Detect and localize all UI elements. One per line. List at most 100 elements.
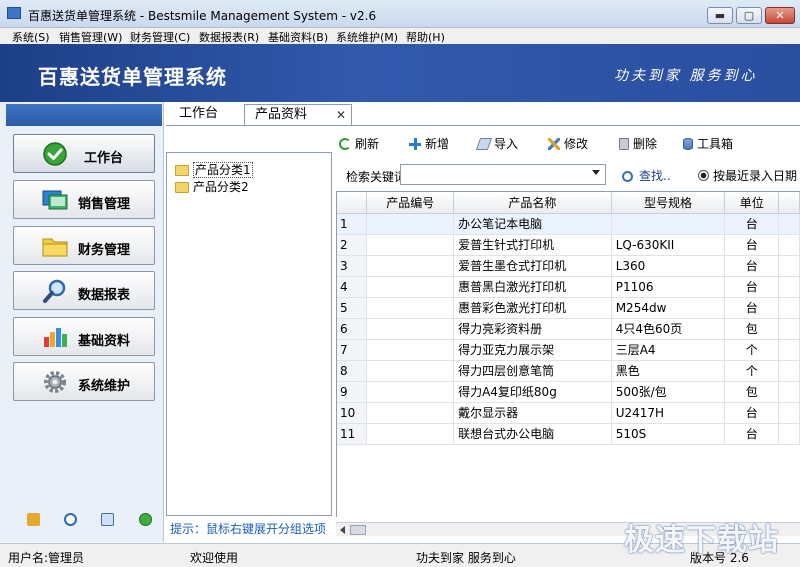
- tree-node-label: 产品分类1: [193, 162, 253, 178]
- product-code: [366, 402, 455, 424]
- menu-basic-data[interactable]: 基础资料(B): [268, 29, 328, 45]
- product-unit: 台: [724, 255, 780, 277]
- header-extra: [778, 192, 800, 214]
- product-code: [366, 234, 455, 256]
- refresh-button[interactable]: 刷新: [339, 135, 379, 151]
- table-row[interactable]: 10 戴尔显示器 U2417H 台: [337, 402, 800, 424]
- row-index: 4: [337, 276, 368, 298]
- radio-icon: [698, 170, 709, 181]
- add-button[interactable]: 新增: [409, 135, 449, 151]
- key-icon[interactable]: [27, 513, 40, 526]
- header-name[interactable]: 产品名称: [453, 192, 612, 214]
- add-label: 新增: [425, 137, 450, 151]
- product-unit: 个: [724, 360, 780, 382]
- maximize-button[interactable]: ▢: [736, 7, 762, 24]
- table-row[interactable]: 2 爱普生针式打印机 LQ-630KII 台: [337, 234, 800, 256]
- delete-button[interactable]: 删除: [619, 135, 657, 151]
- find-button-label: 查找..: [639, 169, 671, 183]
- chevron-down-icon[interactable]: [592, 170, 600, 175]
- product-name: 爱普生针式打印机: [453, 234, 612, 256]
- row-extra: [778, 213, 800, 235]
- table-row[interactable]: 8 得力四层创意笔筒 黑色 个: [337, 360, 800, 382]
- search-input[interactable]: [400, 164, 606, 185]
- nav-reports-button[interactable]: 数据报表: [13, 271, 155, 310]
- scroll-thumb[interactable]: [350, 525, 366, 535]
- table-row[interactable]: 11 联想台式办公电脑 510S 台: [337, 423, 800, 445]
- product-spec: P1106: [611, 276, 726, 298]
- row-extra: [778, 318, 800, 340]
- product-code: [366, 381, 455, 403]
- nav-maintenance-button[interactable]: 系统维护: [13, 362, 155, 401]
- tab-products[interactable]: 产品资料 ✕: [244, 104, 352, 126]
- nav-maintenance-label: 系统维护: [78, 379, 131, 394]
- row-extra: [778, 402, 800, 424]
- row-extra: [778, 423, 800, 445]
- header-code[interactable]: 产品编号: [366, 192, 455, 214]
- header-spec[interactable]: 型号规格: [611, 192, 726, 214]
- product-spec: [611, 213, 726, 235]
- table-row[interactable]: 7 得力亚克力展示架 三层A4 个: [337, 339, 800, 361]
- row-extra: [778, 339, 800, 361]
- header-index[interactable]: [337, 192, 368, 214]
- row-extra: [778, 234, 800, 256]
- monitor-search-icon[interactable]: [101, 513, 114, 526]
- refresh-icon[interactable]: [139, 513, 152, 526]
- menu-sales[interactable]: 销售管理(W): [59, 29, 122, 45]
- product-name: 得力亚克力展示架: [453, 339, 612, 361]
- tab-close-icon[interactable]: ✕: [336, 105, 346, 125]
- product-unit: 台: [724, 276, 780, 298]
- status-slogan: 功夫到家 服务到心: [416, 551, 516, 565]
- database-icon: [44, 328, 67, 347]
- row-index: 6: [337, 318, 368, 340]
- find-button[interactable]: 查找..: [622, 167, 671, 184]
- menu-maintenance[interactable]: 系统维护(M): [336, 29, 398, 45]
- table-row[interactable]: 4 惠普黑白激光打印机 P1106 台: [337, 276, 800, 298]
- tab-divider: [166, 125, 800, 126]
- scroll-left-icon[interactable]: [340, 526, 345, 534]
- table-row[interactable]: 5 惠普彩色激光打印机 M254dw 台: [337, 297, 800, 319]
- menu-help[interactable]: 帮助(H): [406, 29, 445, 45]
- close-button[interactable]: ✕: [765, 7, 795, 24]
- menu-finance[interactable]: 财务管理(C): [130, 29, 190, 45]
- banner-slogan: 功夫到家 服务到心: [614, 68, 758, 84]
- watermark: 极速下载站: [624, 523, 779, 558]
- search-label: 检索关键词: [346, 170, 407, 184]
- product-code: [366, 213, 455, 235]
- product-spec: U2417H: [611, 402, 726, 424]
- product-unit: 包: [724, 381, 780, 403]
- product-unit: 台: [724, 297, 780, 319]
- table-row[interactable]: 6 得力亮彩资料册 4只4色60页 包: [337, 318, 800, 340]
- tree-node[interactable]: 产品分类2: [175, 178, 249, 194]
- table-row[interactable]: 9 得力A4复印纸80g 500张/包 包: [337, 381, 800, 403]
- header-unit[interactable]: 单位: [724, 192, 780, 214]
- product-name: 得力A4复印纸80g: [453, 381, 612, 403]
- toolbox-button[interactable]: 工具箱: [683, 135, 733, 151]
- table-row[interactable]: 1 办公笔记本电脑 台: [337, 213, 800, 235]
- row-index: 7: [337, 339, 368, 361]
- folder-icon: [175, 182, 189, 193]
- menu-system[interactable]: 系统(S): [12, 29, 50, 45]
- row-extra: [778, 255, 800, 277]
- table-row[interactable]: 3 爱普生墨仓式打印机 L360 台: [337, 255, 800, 277]
- category-tree[interactable]: 产品分类1 产品分类2: [166, 152, 332, 516]
- import-icon: [475, 138, 493, 150]
- import-button[interactable]: 导入: [475, 135, 519, 151]
- sort-by-recent-radio[interactable]: 按最近录入日期: [698, 167, 797, 184]
- product-spec: 三层A4: [611, 339, 726, 361]
- product-code: [366, 297, 455, 319]
- minimize-button[interactable]: ▬: [707, 7, 733, 24]
- product-name: 得力亮彩资料册: [453, 318, 612, 340]
- import-label: 导入: [494, 137, 519, 151]
- row-extra: [778, 276, 800, 298]
- menu-reports[interactable]: 数据报表(R): [199, 29, 259, 45]
- nav-finance-button[interactable]: 财务管理: [13, 226, 155, 265]
- nav-workbench-button[interactable]: 工作台: [13, 134, 155, 173]
- clock-icon[interactable]: [64, 513, 77, 526]
- edit-button[interactable]: 修改: [548, 135, 588, 151]
- tab-workbench[interactable]: 工作台: [179, 104, 218, 126]
- nav-basic-data-button[interactable]: 基础资料: [13, 317, 155, 356]
- tree-node[interactable]: 产品分类1: [175, 161, 253, 178]
- row-extra: [778, 297, 800, 319]
- nav-sales-button[interactable]: 销售管理: [13, 180, 155, 219]
- gear-icon: [44, 371, 66, 393]
